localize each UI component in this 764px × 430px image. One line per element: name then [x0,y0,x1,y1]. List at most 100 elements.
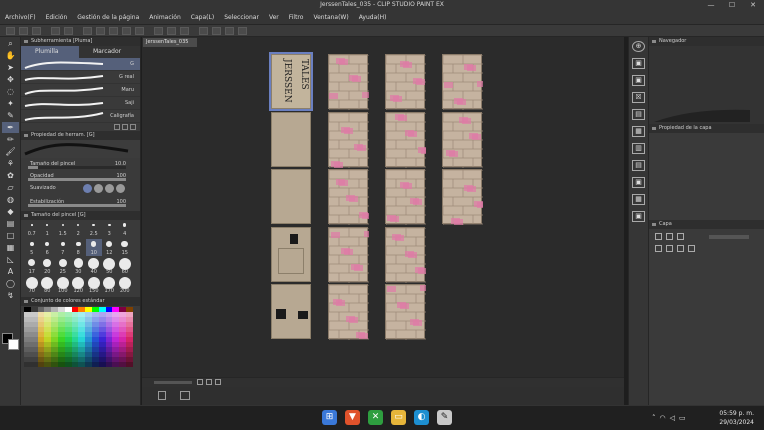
canvas-area[interactable] [142,37,624,405]
stabilization-row[interactable]: Estabilización 100 [21,196,140,208]
brush-size-preset[interactable]: 50 [102,258,118,275]
color-swatch[interactable] [105,362,113,367]
stabilization-slider[interactable] [28,204,126,207]
blend-icon[interactable]: ◍ [2,194,19,205]
page-thumbnail[interactable] [442,54,483,110]
brush-size-preset[interactable]: 20 [40,258,56,275]
color-swatch[interactable] [44,362,52,367]
brush-size-preset[interactable]: 8 [71,239,87,256]
panel-info-icon[interactable]: ▣ [632,211,645,222]
brush-size-preset[interactable]: 70 [24,277,40,294]
smoothing-option-4[interactable] [116,184,125,193]
move-icon[interactable]: ✥ [2,74,19,85]
brush-size-preset[interactable]: 5 [24,239,40,256]
magic-wand-icon[interactable]: ✦ [2,98,19,109]
layer-mode-icon[interactable] [655,233,662,240]
brush-size-preset[interactable]: 80 [40,277,56,294]
panel-timeline-icon[interactable]: ▤ [632,160,645,171]
hand-icon[interactable]: ✋ [2,50,19,61]
brush-size-preset[interactable]: 3 [102,220,118,237]
layer-opacity-slider[interactable] [709,235,749,239]
tray-expand-icon[interactable]: ˄ [652,414,656,422]
color-swatch[interactable] [57,362,65,367]
menu-edicion[interactable]: Edición [41,11,73,25]
assets-icon[interactable] [212,26,221,35]
menu-capa[interactable]: Capa(L) [186,11,219,25]
selection-border-icon[interactable] [135,26,144,35]
color-swatch[interactable] [30,362,38,367]
brush-size-preset[interactable]: 120 [71,277,87,294]
color-swatch[interactable] [37,362,45,367]
xbox-icon[interactable]: ✕ [368,410,383,425]
page-thumbnail[interactable] [385,111,426,168]
brush-size-preset[interactable]: 2.5 [86,220,102,237]
new-layer-icon[interactable] [655,245,662,252]
brush-size-preset[interactable]: 17 [24,258,40,275]
brush-size-preset[interactable]: 200 [117,277,133,294]
panel-history-icon[interactable]: ▤ [632,109,645,120]
smoothing-option-1[interactable] [83,184,92,193]
wifi-icon[interactable]: ◠ [660,414,666,422]
brush-size-preset[interactable]: 60 [117,258,133,275]
subtool-copy-icon[interactable] [122,124,128,130]
brush-size-preset[interactable]: 2 [71,220,87,237]
brush-size-preset[interactable]: 40 [86,258,102,275]
tutorial-icon[interactable] [238,26,247,35]
decoration-icon[interactable]: ✿ [2,170,19,181]
taskbar-clock[interactable]: 05:59 p. m. 29/03/2024 [719,409,754,427]
color-swatch[interactable] [71,362,79,367]
color-swatch[interactable] [125,362,133,367]
page-manager-icon[interactable] [158,391,166,400]
gradient-icon[interactable]: ▤ [2,218,19,229]
zoom-icon[interactable]: ⌕ [2,38,19,49]
zoom-slider[interactable] [154,381,192,384]
fill-icon[interactable]: ◆ [2,206,19,217]
menu-seleccionar[interactable]: Seleccionar [219,11,264,25]
file-explorer-icon[interactable]: ▭ [391,410,406,425]
color-swatch[interactable] [112,362,120,367]
menu-archivo[interactable]: Archivo(F) [0,11,41,25]
page-thumbnail[interactable] [271,169,311,224]
close-button[interactable]: ✕ [742,0,764,11]
brush-size-preset[interactable]: 30 [71,258,87,275]
pencil-icon[interactable]: ✏ [2,134,19,145]
delete-layer-icon[interactable] [688,245,695,252]
panel-delete-icon[interactable]: ☒ [632,92,645,103]
color-swatch[interactable] [64,362,72,367]
battery-icon[interactable]: ▭ [679,414,686,422]
document-tab[interactable]: JerssenTales_035 [143,38,197,47]
tab-plumilla[interactable]: Plumilla [21,46,79,58]
sync-icon[interactable] [225,26,234,35]
fit-page-icon[interactable] [215,379,221,385]
brush-size-preset[interactable]: 100 [55,277,71,294]
page-thumbnail[interactable] [328,54,369,110]
menu-animacion[interactable]: Animación [144,11,186,25]
minimize-button[interactable]: — [700,0,722,11]
brush-size-preset[interactable]: 10 [86,239,102,256]
color-swatch[interactable] [85,362,92,367]
brush-item[interactable]: Caligrafía [21,110,140,123]
navigator-slider-icon[interactable] [652,104,752,124]
frame-icon[interactable]: ▦ [2,242,19,253]
deselect-icon[interactable] [109,26,118,35]
open-file-icon[interactable] [19,26,28,35]
layer-clip-icon[interactable] [677,233,684,240]
windows-start-icon[interactable]: ⊞ [322,410,337,425]
brush-size-preset[interactable]: 150 [86,277,102,294]
page-thumbnail[interactable]: JERSSEN TALES [269,52,313,111]
page-thumbnail[interactable] [271,111,311,167]
menu-ver[interactable]: Ver [264,11,284,25]
color-swatch[interactable] [119,362,126,367]
zoom-in-icon[interactable] [206,379,212,385]
undo-icon[interactable] [51,26,60,35]
clip-studio-taskbar-icon[interactable]: ✎ [437,410,452,425]
navigator-preview[interactable] [649,46,764,124]
ruler-icon[interactable]: ◺ [2,254,19,265]
redo-icon[interactable] [64,26,73,35]
brush-size-preset[interactable]: 1.5 [55,220,71,237]
brush-size-preset[interactable]: 12 [102,239,118,256]
brush-size-preset[interactable]: 25 [55,258,71,275]
brush-item[interactable]: Saji [21,97,140,110]
transform-icon[interactable] [96,26,105,35]
invert-selection-icon[interactable] [122,26,131,35]
